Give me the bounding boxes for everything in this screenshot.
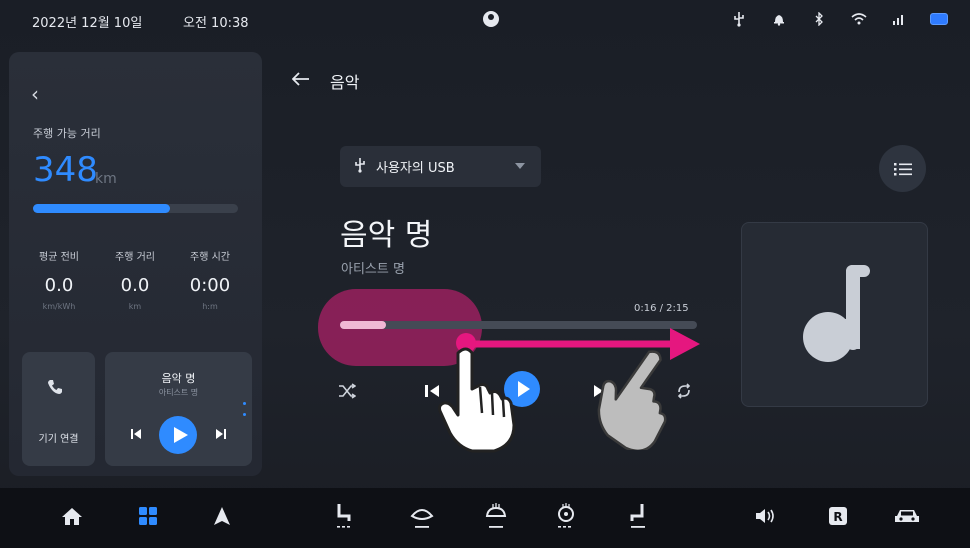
rear-defrost-icon[interactable]: [482, 502, 510, 530]
rear-camera-icon[interactable]: R: [824, 502, 852, 530]
apps-icon[interactable]: [134, 502, 162, 530]
volume-icon[interactable]: [752, 502, 780, 530]
bottom-dock: R: [0, 488, 970, 548]
steering-heat-icon[interactable]: [552, 502, 580, 530]
screen: 2022년 12월 10일 오전 10:38 ‹ 주행 가능 거리 348 km…: [0, 0, 970, 548]
swipe-gesture-overlay: [456, 328, 700, 360]
pointing-hand-icon: [438, 347, 516, 453]
windshield-defrost-icon[interactable]: [408, 502, 436, 530]
navigation-icon[interactable]: [208, 502, 236, 530]
pointing-hand-icon: [597, 350, 667, 450]
home-icon[interactable]: [58, 502, 86, 530]
car-icon[interactable]: [893, 502, 921, 530]
seat-vent-icon[interactable]: [624, 502, 652, 530]
svg-text:R: R: [833, 510, 842, 524]
seat-heat-icon[interactable]: [330, 502, 358, 530]
shuffle-icon[interactable]: [338, 383, 357, 404]
